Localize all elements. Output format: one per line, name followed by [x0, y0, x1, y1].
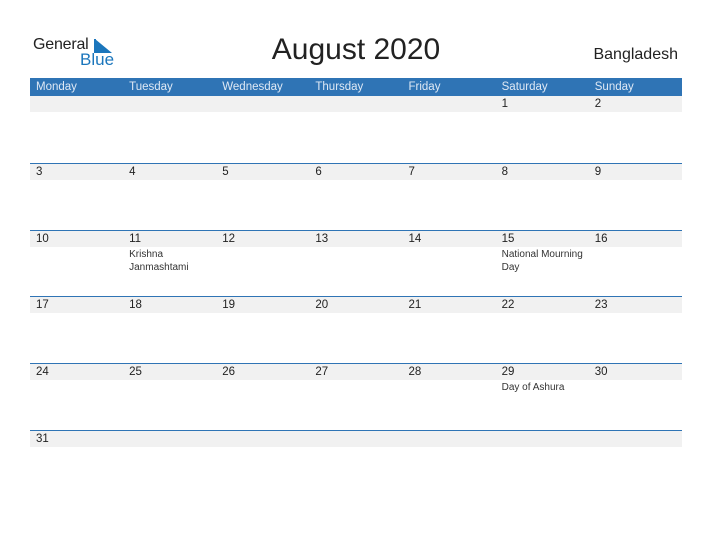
- day-number: 11: [129, 233, 142, 245]
- day-cell: 30: [589, 364, 682, 424]
- week-cells: 10 11 Krishna Janmashtami 12 13 14 15 National …: [30, 231, 682, 291]
- day-cell: 1: [496, 96, 589, 156]
- day-number: 9: [594, 166, 602, 178]
- day-number: 21: [408, 299, 422, 311]
- day-number: 7: [408, 166, 415, 178]
- day-cell: 17: [30, 297, 123, 357]
- day-number: 12: [222, 233, 236, 245]
- weekday-tuesday: Tuesday: [129, 81, 173, 93]
- day-number: 1: [501, 98, 509, 110]
- day-number: 18: [129, 299, 142, 311]
- day-number: 6: [315, 166, 322, 178]
- day-cell: 10: [30, 231, 123, 291]
- day-number: 20: [315, 299, 329, 311]
- day-cell: 31: [30, 431, 123, 491]
- day-number: 17: [36, 299, 49, 311]
- day-number: 22: [501, 299, 515, 311]
- weekday-saturday: Saturday: [501, 81, 548, 93]
- day-cell: 28: [403, 364, 496, 424]
- day-cell: 4: [123, 164, 216, 224]
- weekday-thursday: Thursday: [315, 81, 364, 93]
- day-cell: 13: [309, 231, 402, 291]
- day-number: 3: [36, 166, 43, 178]
- day-cell: 14: [403, 231, 496, 291]
- day-cell: [309, 431, 402, 491]
- day-cell: 7: [403, 164, 496, 224]
- weekday-sunday: Sunday: [594, 81, 634, 93]
- day-cell: 27: [309, 364, 402, 424]
- day-number: 29: [501, 366, 515, 378]
- day-cell: 18: [123, 297, 216, 357]
- day-number: 16: [594, 233, 608, 245]
- day-cell: 5: [216, 164, 309, 224]
- week-row: 3 4 5 6 7 8 9: [30, 163, 682, 231]
- day-number: 14: [408, 233, 422, 245]
- day-cell: 8: [496, 164, 589, 224]
- day-cell: 2: [589, 96, 682, 156]
- day-cell: 20: [309, 297, 402, 357]
- day-cell: [123, 431, 216, 491]
- day-number: 30: [594, 366, 608, 378]
- week-row: 24 25 26 27 28 29 Day of Ashura 30: [30, 363, 682, 431]
- day-cell: 22: [496, 297, 589, 357]
- day-cell: [589, 431, 682, 491]
- day-cell: 11 Krishna Janmashtami: [123, 231, 216, 291]
- day-cell: [123, 96, 216, 156]
- day-cell: [309, 96, 402, 156]
- week-row: 10 11 Krishna Janmashtami 12 13 14 15 National …: [30, 230, 682, 298]
- day-number: 15: [501, 233, 515, 245]
- day-number: 31: [36, 433, 49, 445]
- day-number: 2: [594, 98, 602, 110]
- day-cell: 16: [589, 231, 682, 291]
- day-cell: 9: [589, 164, 682, 224]
- day-cell: [403, 96, 496, 156]
- week-row: 12: [30, 96, 682, 163]
- day-cell: 6: [309, 164, 402, 224]
- day-number: 10: [36, 233, 49, 245]
- day-cell: 21: [403, 297, 496, 357]
- day-cell: [30, 96, 123, 156]
- week-cells: 3 4 5 6 7 8 9: [30, 164, 682, 224]
- day-cell: 15 National Mourning Day: [496, 231, 589, 291]
- weekday-header: Monday Tuesday Wednesday Thursday Friday…: [30, 78, 682, 96]
- day-cell: 12: [216, 231, 309, 291]
- week-cells: 31: [30, 431, 682, 491]
- day-cell: 23: [589, 297, 682, 357]
- day-number: 8: [501, 166, 509, 178]
- day-number: 19: [222, 299, 236, 311]
- week-row: 17 18 19 20 21 22 23: [30, 296, 682, 364]
- day-cell: 24: [30, 364, 123, 424]
- day-cell: 25: [123, 364, 216, 424]
- day-number: 27: [315, 366, 329, 378]
- holiday-label: National Mourning Day: [501, 249, 583, 273]
- day-number: 23: [594, 299, 608, 311]
- day-cell: [216, 96, 309, 156]
- day-number: 24: [36, 366, 49, 378]
- day-cell: 26: [216, 364, 309, 424]
- day-cell: 19: [216, 297, 309, 357]
- week-cells: 24 25 26 27 28 29 Day of Ashura 30: [30, 364, 682, 424]
- weekday-friday: Friday: [408, 81, 441, 93]
- day-cell: [216, 431, 309, 491]
- week-cells: 12: [30, 96, 682, 156]
- day-cell: [403, 431, 496, 491]
- day-number: 28: [408, 366, 422, 378]
- week-row: 31: [30, 430, 682, 498]
- day-number: 13: [315, 233, 329, 245]
- day-cell: 3: [30, 164, 123, 224]
- weekday-monday: Monday: [36, 81, 77, 93]
- day-cell: [496, 431, 589, 491]
- day-number: 4: [129, 166, 136, 178]
- country-label: Bangladesh: [593, 46, 678, 63]
- day-number: 25: [129, 366, 142, 378]
- day-number: 26: [222, 366, 236, 378]
- week-cells: 17 18 19 20 21 22 23: [30, 297, 682, 357]
- day-number: 5: [222, 166, 229, 178]
- holiday-label: Day of Ashura: [501, 382, 565, 393]
- holiday-label: Krishna Janmashtami: [129, 249, 189, 273]
- weekday-wednesday: Wednesday: [222, 81, 283, 93]
- day-cell: 29 Day of Ashura: [496, 364, 589, 424]
